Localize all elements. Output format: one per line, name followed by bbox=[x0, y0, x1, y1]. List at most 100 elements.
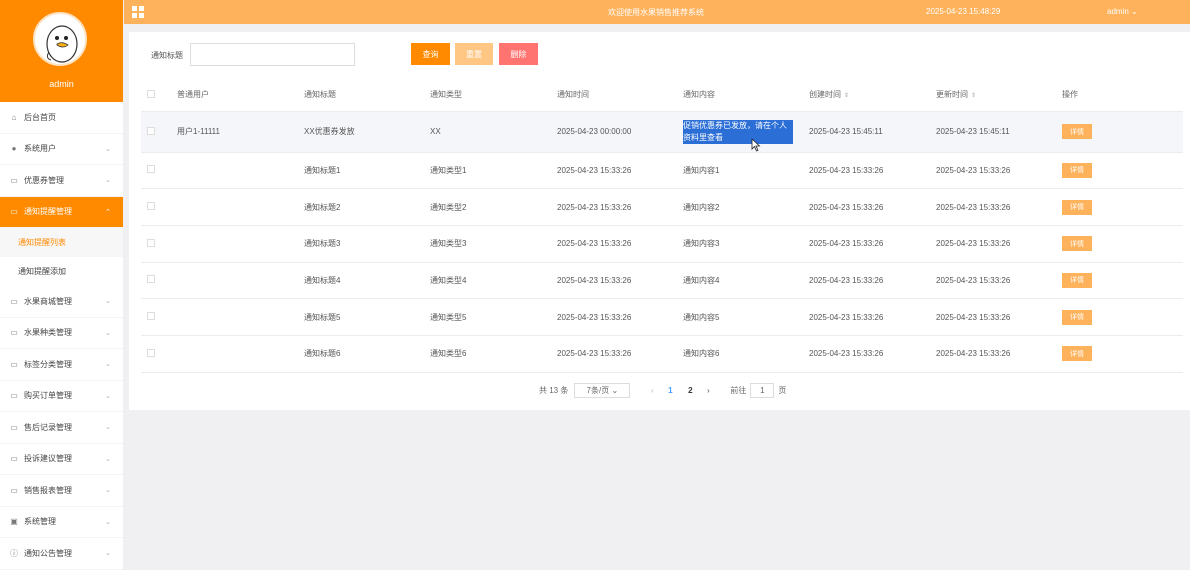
table-cell: 2025-04-23 15:33:26 bbox=[557, 262, 683, 300]
sidebar-item-6[interactable]: ▭ 标签分类管理 ⌄ bbox=[0, 349, 123, 381]
sidebar-item-12[interactable]: ⓘ 通知公告管理 ⌄ bbox=[0, 538, 123, 570]
sidebar-item-3[interactable]: ▭ 通知提醒管理 ⌃ bbox=[0, 196, 123, 228]
chevron-up-icon: ⌃ bbox=[105, 208, 111, 216]
delete-button[interactable]: 删除 bbox=[499, 43, 538, 65]
row-checkbox[interactable] bbox=[141, 335, 177, 373]
column-header[interactable]: 创建时间 ⇕ bbox=[809, 79, 936, 112]
table-row[interactable]: 用户1-11111 XX优惠券发放 XX 2025-04-23 00:00:00 促销优… bbox=[141, 111, 1183, 153]
chevron-down-icon: ⌄ bbox=[105, 487, 111, 494]
sidebar-subitem-1[interactable]: 通知提醒添加 bbox=[0, 257, 123, 286]
table-row[interactable]: 通知标题4 通知类型4 2025-04-23 15:33:26 通知内容4 2025-0… bbox=[141, 262, 1183, 300]
column-header: 通知类型 bbox=[430, 79, 557, 112]
sidebar-item-2[interactable]: ▭ 优惠券管理 ⌄ bbox=[0, 165, 123, 197]
goto-label: 前往 bbox=[730, 385, 747, 395]
table-cell: 2025-04-23 15:33:26 bbox=[809, 152, 936, 190]
settings-icon: ▣ bbox=[10, 517, 18, 527]
table-cell: 2025-04-23 15:45:11 bbox=[936, 111, 1062, 153]
table-cell: 用户1-11111 bbox=[177, 111, 304, 153]
table-cell: 2025-04-23 15:33:26 bbox=[557, 225, 683, 263]
column-header: 通知标题 bbox=[304, 79, 430, 112]
page-size-select[interactable]: 7条/页 ⌄ bbox=[574, 382, 631, 398]
menu-toggle-icon[interactable] bbox=[132, 6, 144, 18]
table-cell: 通知类型3 bbox=[430, 225, 557, 263]
table-cell: 促销优惠券已发放，请在个人资料里查看 bbox=[683, 111, 809, 153]
table-cell: 2025-04-23 15:33:26 bbox=[809, 298, 936, 336]
table-cell: 2025-04-23 15:33:26 bbox=[936, 152, 1062, 190]
table-row[interactable]: 通知标题3 通知类型3 2025-04-23 15:33:26 通知内容3 2025-0… bbox=[141, 225, 1183, 263]
page-1[interactable]: 1 bbox=[660, 386, 680, 395]
detail-button[interactable]: 详情 bbox=[1062, 272, 1092, 288]
table-cell: 详情 bbox=[1062, 188, 1183, 226]
chevron-down-icon: ⌄ bbox=[611, 385, 619, 395]
sidebar-item-0[interactable]: ⌂ 后台首页 bbox=[0, 102, 123, 134]
brand-name: admin bbox=[49, 79, 74, 89]
sidebar-menu: ⌂ 后台首页 ● 系统用户 ⌄ ▭ 优惠券管理 ⌄ ▭ 通知提醒管理 ⌃ 通知提醒列表 通知提醒添加 ▭ 水… bbox=[0, 102, 123, 570]
table-cell: 2025-04-23 15:33:26 bbox=[936, 225, 1062, 263]
chevron-down-icon: ⌄ bbox=[105, 424, 111, 431]
table-cell: 详情 bbox=[1062, 335, 1183, 373]
row-checkbox[interactable] bbox=[141, 298, 177, 336]
brand-header: admin bbox=[0, 0, 123, 102]
user-menu[interactable]: admin ⌄ bbox=[1107, 7, 1138, 16]
table-row[interactable]: 通知标题2 通知类型2 2025-04-23 15:33:26 通知内容2 2025-0… bbox=[141, 188, 1183, 226]
row-checkbox[interactable] bbox=[141, 262, 177, 300]
chevron-down-icon: ⌄ bbox=[105, 298, 111, 305]
search-input[interactable] bbox=[190, 43, 355, 66]
sidebar-item-4[interactable]: ▭ 水果商城管理 ⌄ bbox=[0, 286, 123, 318]
sidebar-item-9[interactable]: ▭ 投诉建议管理 ⌄ bbox=[0, 444, 123, 475]
table-cell: 2025-04-23 15:33:26 bbox=[809, 188, 936, 226]
content-card: 通知标题 查询 重置 删除 普通用户 通知标题 通知类型 通知时间 通知内容 创建时间 ⇕ 更… bbox=[129, 32, 1190, 410]
detail-button[interactable]: 详情 bbox=[1062, 124, 1092, 139]
chevron-down-icon: ⌄ bbox=[105, 455, 111, 463]
sidebar-item-8[interactable]: ▭ 售后记录管理 ⌄ bbox=[0, 412, 123, 444]
detail-button[interactable]: 详情 bbox=[1062, 236, 1092, 252]
home-icon: ⌂ bbox=[11, 112, 17, 122]
table-cell: 通知类型5 bbox=[430, 298, 557, 336]
doc-icon: ▭ bbox=[10, 391, 18, 401]
row-checkbox[interactable] bbox=[141, 152, 177, 190]
reset-button[interactable]: 重置 bbox=[455, 43, 493, 65]
table-cell: 2025-04-23 15:33:26 bbox=[809, 335, 936, 373]
table-cell: 2025-04-23 15:33:26 bbox=[936, 335, 1062, 373]
row-checkbox[interactable] bbox=[141, 225, 177, 263]
detail-button[interactable]: 详情 bbox=[1062, 309, 1092, 325]
next-page-icon[interactable]: › bbox=[700, 386, 716, 395]
table-cell: 通知类型4 bbox=[430, 262, 557, 300]
table-cell bbox=[177, 225, 304, 263]
table-cell: 通知内容1 bbox=[683, 152, 809, 190]
column-header: 通知内容 bbox=[683, 79, 809, 112]
sidebar: admin ⌂ 后台首页 ● 系统用户 ⌄ ▭ 优惠券管理 ⌄ ▭ 通知提醒管理 ⌃ 通知提醒列表 通知… bbox=[0, 0, 124, 570]
table-row[interactable]: 通知标题6 通知类型6 2025-04-23 15:33:26 通知内容6 2025-0… bbox=[141, 335, 1183, 373]
query-button[interactable]: 查询 bbox=[411, 43, 450, 65]
sidebar-item-11[interactable]: ▣ 系统管理 ⌄ bbox=[0, 507, 123, 538]
sidebar-item-10[interactable]: ▭ 销售报表管理 ⌄ bbox=[0, 475, 123, 507]
table-cell: 通知内容6 bbox=[683, 335, 809, 373]
sidebar-item-5[interactable]: ▭ 水果种类管理 ⌄ bbox=[0, 318, 123, 349]
sidebar-item-7[interactable]: ▭ 购买订单管理 ⌄ bbox=[0, 381, 123, 412]
table-cell: 通知内容3 bbox=[683, 225, 809, 263]
detail-button[interactable]: 详情 bbox=[1062, 199, 1092, 215]
detail-button[interactable]: 详情 bbox=[1062, 346, 1092, 362]
table-cell: 通知内容5 bbox=[683, 298, 809, 336]
row-checkbox[interactable] bbox=[141, 111, 177, 153]
chevron-down-icon: ⌄ bbox=[1131, 7, 1138, 16]
column-header: 操作 bbox=[1062, 79, 1183, 112]
doc-icon: ▭ bbox=[10, 296, 18, 306]
sidebar-item-1[interactable]: ● 系统用户 ⌄ bbox=[0, 134, 123, 165]
page-2[interactable]: 2 bbox=[680, 386, 700, 395]
pagination-total: 共 13 条 bbox=[539, 385, 569, 395]
table-cell: 通知类型1 bbox=[430, 152, 557, 190]
table-row[interactable]: 通知标题1 通知类型1 2025-04-23 15:33:26 通知内容1 2025-0… bbox=[141, 152, 1183, 190]
column-header[interactable]: 更新时间 ⇕ bbox=[936, 79, 1062, 112]
table-cell: 2025-04-23 15:33:26 bbox=[809, 225, 936, 263]
prev-page-icon[interactable]: ‹ bbox=[644, 386, 660, 395]
table-cell bbox=[177, 298, 304, 336]
sidebar-item-label: 水果商城管理 bbox=[24, 296, 72, 306]
sidebar-subitem-0[interactable]: 通知提醒列表 bbox=[0, 228, 123, 257]
datetime: 2025-04-23 15:48:29 bbox=[926, 7, 1001, 16]
detail-button[interactable]: 详情 bbox=[1062, 162, 1092, 178]
select-all-checkbox[interactable] bbox=[141, 79, 177, 112]
goto-input[interactable]: 1 bbox=[750, 382, 775, 398]
table-row[interactable]: 通知标题5 通知类型5 2025-04-23 15:33:26 通知内容5 2025-0… bbox=[141, 298, 1183, 336]
row-checkbox[interactable] bbox=[141, 188, 177, 226]
